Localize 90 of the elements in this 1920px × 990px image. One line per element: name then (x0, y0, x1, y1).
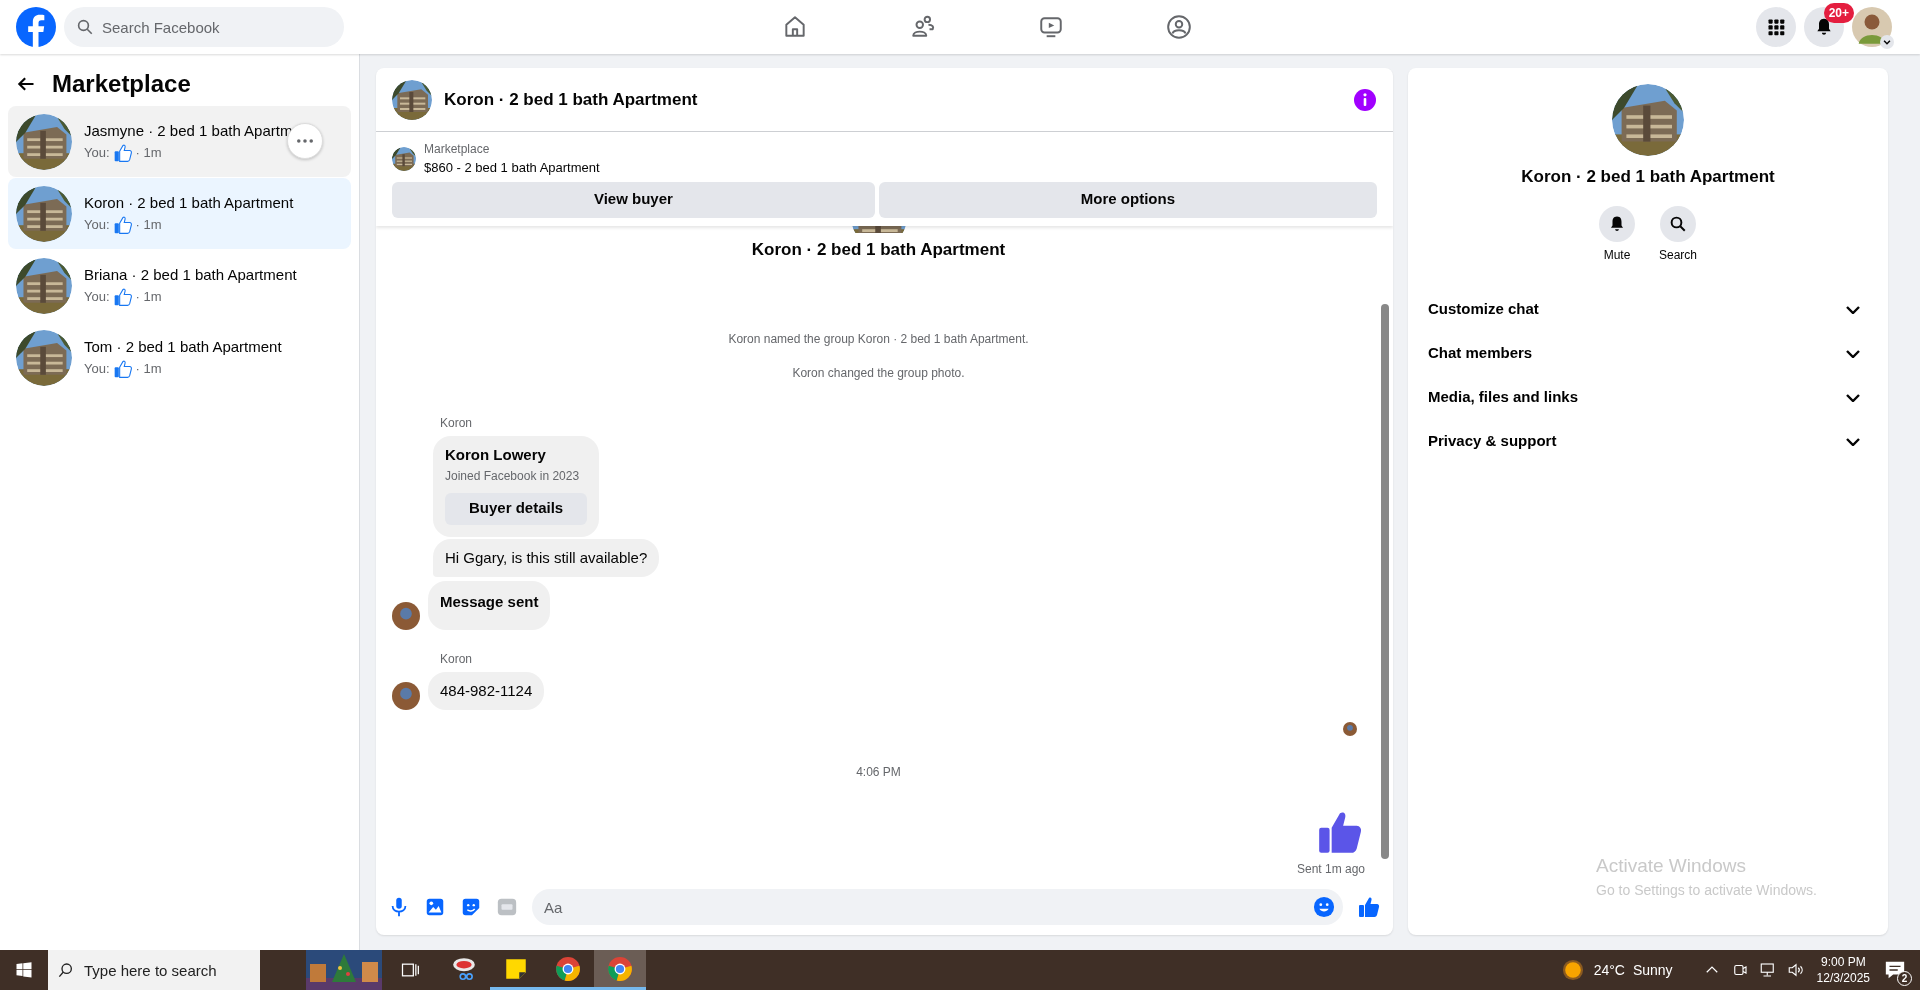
chevron-down-icon (1880, 35, 1894, 49)
scissors-icon (451, 955, 477, 982)
buyer-details-button[interactable]: Buyer details (445, 492, 588, 525)
browser-icon (555, 955, 581, 982)
network-icon[interactable] (1758, 961, 1777, 979)
timestamp: · 1m (135, 216, 162, 234)
action-label: Mute (1603, 246, 1631, 264)
browser-icon (607, 955, 633, 982)
taskbar-search-field[interactable]: Type here to search (48, 950, 260, 990)
like-icon (112, 358, 133, 379)
message-bubble: Message sent (428, 581, 551, 630)
sidebar-title: Marketplace (52, 69, 191, 99)
clock-time[interactable]: 9:00 PM (1820, 953, 1866, 970)
groups-icon[interactable] (1166, 14, 1192, 40)
bell-icon (1608, 214, 1626, 233)
sun-icon (1561, 959, 1584, 981)
notification-count: 2 (1897, 971, 1912, 987)
section-toggle[interactable]: Customize chat (1424, 287, 1872, 332)
facebook-logo[interactable] (16, 7, 56, 47)
thread-title: Koron · 2 bed 1 bath Apartment (751, 239, 1006, 259)
chevron-down-icon (1846, 393, 1860, 402)
conversation-item[interactable]: Tom · 2 bed 1 bath Apartment You: · 1m (8, 322, 351, 393)
avatar (392, 601, 420, 630)
sticker-icon[interactable] (460, 896, 482, 918)
delivery-status: Sent 1m ago (1296, 861, 1365, 876)
sender-name: Koron (440, 416, 473, 430)
card-name: Koron Lowery (445, 445, 547, 465)
card-subtitle: Joined Facebook in 2023 (445, 467, 581, 485)
action-button[interactable] (1660, 205, 1696, 242)
timestamp: 4:06 PM (856, 765, 901, 779)
notification-badge: 20+ (1823, 3, 1854, 23)
conversation-title: Briana · 2 bed 1 bath Apartment (84, 265, 297, 286)
listing-label: Marketplace (424, 141, 491, 158)
profile-avatar[interactable] (1852, 7, 1892, 47)
action-label: Search (1659, 246, 1697, 264)
weather-condition: Sunny (1632, 960, 1673, 980)
menu-button[interactable] (1756, 7, 1796, 47)
windows-icon[interactable] (15, 961, 33, 979)
message-field[interactable]: Aa (532, 889, 1343, 925)
search-icon (76, 18, 94, 36)
like-icon (112, 142, 133, 163)
section-toggle[interactable]: Chat members (1424, 331, 1872, 376)
listing-title: $860 - 2 bed 1 bath Apartment (424, 159, 600, 177)
system-message: Koron named the group Koron · 2 bed 1 bath Apartment. (728, 332, 1029, 346)
home-icon[interactable] (782, 14, 808, 40)
message-bubble: 484-982-1124 (428, 671, 545, 710)
more-icon (297, 139, 313, 143)
search-icon (1669, 214, 1687, 233)
search-icon (58, 962, 74, 978)
view-buyer-button[interactable]: View buyer (392, 181, 875, 218)
preview-text: You: (84, 144, 110, 162)
message-bubble: Hi Ggary, is this still available? (433, 538, 660, 577)
section-toggle[interactable]: Media, files and links (1424, 375, 1872, 420)
conversation-title: Tom · 2 bed 1 bath Apartment (84, 337, 282, 358)
timestamp: · 1m (135, 144, 162, 162)
chevron-down-icon (1846, 349, 1860, 358)
timestamp: · 1m (135, 360, 162, 378)
like-icon (112, 214, 133, 235)
action-button[interactable] (1599, 205, 1635, 242)
sender-name: Koron (440, 651, 473, 666)
section-toggle[interactable]: Privacy & support (1424, 419, 1872, 464)
preview-text: You: (84, 288, 110, 306)
info-icon[interactable] (1353, 87, 1377, 112)
chat-title: Koron · 2 bed 1 bath Apartment (444, 88, 698, 111)
system-message: Koron changed the group photo. (792, 366, 965, 380)
chevron-down-icon (1846, 437, 1860, 446)
preview-text: You: (84, 216, 110, 234)
search-field[interactable]: Search Facebook (64, 7, 344, 47)
chat-name: Koron · 2 bed 1 bath Apartment (1521, 167, 1775, 186)
more-options-button[interactable]: More options (878, 181, 1377, 218)
emoji-icon[interactable] (1313, 896, 1335, 918)
conversation-item[interactable]: Jasmyne · 2 bed 1 bath Apartm You: · 1m (8, 106, 351, 177)
volume-icon[interactable] (1786, 961, 1805, 979)
like-button[interactable] (1357, 895, 1381, 919)
preview-text: You: (84, 360, 110, 378)
seen-avatar (1343, 722, 1357, 736)
chevron-down-icon (1846, 305, 1860, 314)
grid-icon (1766, 17, 1786, 37)
friends-icon[interactable] (910, 14, 936, 40)
clock-date[interactable]: 12/3/2025 (1816, 970, 1870, 987)
like-icon (112, 286, 133, 307)
image-icon[interactable] (424, 896, 446, 918)
conversation-title: Koron · 2 bed 1 bath Apartment (84, 193, 294, 214)
avatar (392, 682, 420, 710)
conversation-item[interactable]: Koron · 2 bed 1 bath Apartment You: · 1m (8, 178, 351, 249)
conversation-item[interactable]: Briana · 2 bed 1 bath Apartment You: · 1m (8, 250, 351, 321)
temperature: 24°C (1593, 960, 1625, 980)
video-icon[interactable] (1038, 14, 1064, 40)
timestamp: · 1m (135, 288, 162, 306)
conversation-title: Jasmyne · 2 bed 1 bath Apartm (84, 121, 293, 142)
